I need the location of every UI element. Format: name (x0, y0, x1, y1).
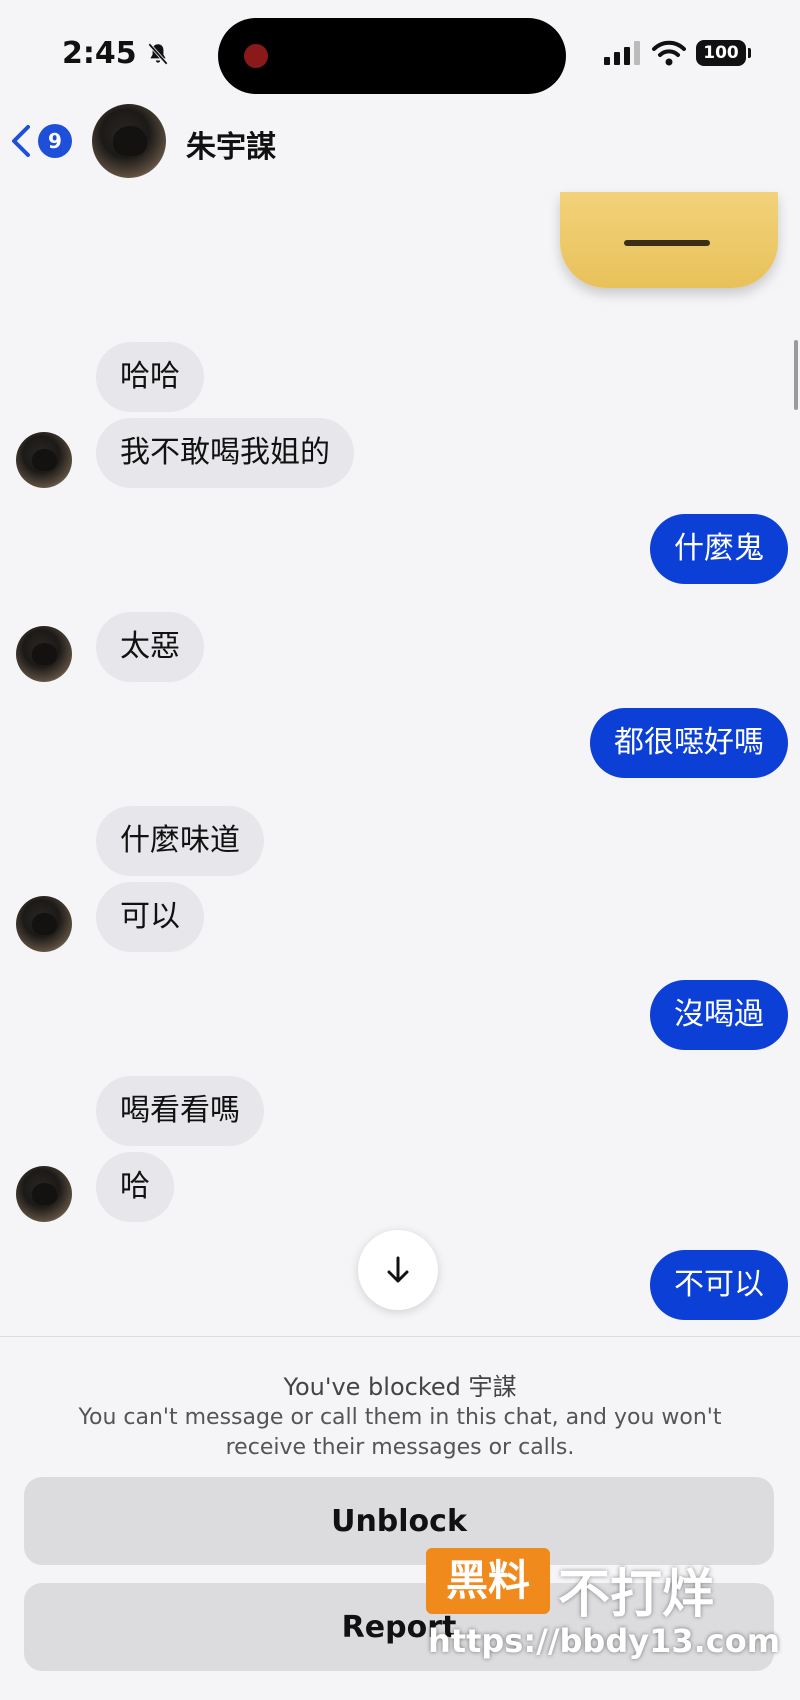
blocked-description: You can't message or call them in this c… (78, 1405, 722, 1460)
status-time-group: 2:45 (62, 36, 171, 71)
message-outgoing[interactable]: 都很噁好嗎 (590, 708, 788, 778)
message-incoming[interactable]: 哈哈 (96, 342, 204, 412)
message-incoming[interactable]: 喝看看嗎 (96, 1076, 264, 1146)
unread-count-badge: 9 (38, 124, 72, 158)
image-detail (624, 240, 710, 246)
sender-avatar[interactable] (16, 896, 72, 952)
dynamic-island (218, 18, 566, 94)
scrollbar[interactable] (794, 340, 798, 410)
watermark-badge: 黑料 (426, 1548, 550, 1614)
chevron-left-icon (12, 125, 30, 157)
message-incoming[interactable]: 哈 (96, 1152, 174, 1222)
message-incoming[interactable]: 太惡 (96, 612, 204, 682)
wifi-icon (652, 40, 686, 66)
sender-avatar[interactable] (16, 1166, 72, 1222)
back-button[interactable]: 9 (8, 116, 72, 166)
scroll-to-bottom-button[interactable] (358, 1230, 438, 1310)
message-incoming[interactable]: 我不敢喝我姐的 (96, 418, 354, 488)
message-incoming[interactable]: 什麼味道 (96, 806, 264, 876)
watermark-text: 不打烊 (558, 1565, 715, 1625)
bell-slash-icon (147, 42, 168, 65)
blocked-title: You've blocked 宇謀 (283, 1373, 517, 1401)
shared-image[interactable] (560, 192, 778, 288)
chat-header: 9 朱宇謀 (0, 100, 800, 190)
battery-icon: 100 (696, 40, 751, 66)
message-incoming[interactable]: 可以 (96, 882, 204, 952)
sender-avatar[interactable] (16, 432, 72, 488)
arrow-down-icon (387, 1256, 409, 1283)
message-outgoing[interactable]: 什麼鬼 (650, 514, 788, 584)
status-icons: 100 (604, 40, 751, 66)
message-outgoing[interactable]: 不可以 (650, 1250, 788, 1320)
message-outgoing[interactable]: 沒喝過 (650, 980, 788, 1050)
recording-indicator (244, 44, 268, 68)
status-bar: 2:45 100 (0, 0, 800, 100)
watermark-url: https://bbdy13.com (428, 1622, 781, 1660)
sender-avatar[interactable] (16, 626, 72, 682)
status-time: 2:45 (62, 36, 137, 71)
watermark: 黑料 不打烊 https://bbdy13.com (426, 1548, 786, 1668)
signal-icon (604, 41, 640, 65)
contact-name[interactable]: 朱宇謀 (186, 122, 276, 166)
contact-avatar[interactable] (92, 104, 166, 178)
